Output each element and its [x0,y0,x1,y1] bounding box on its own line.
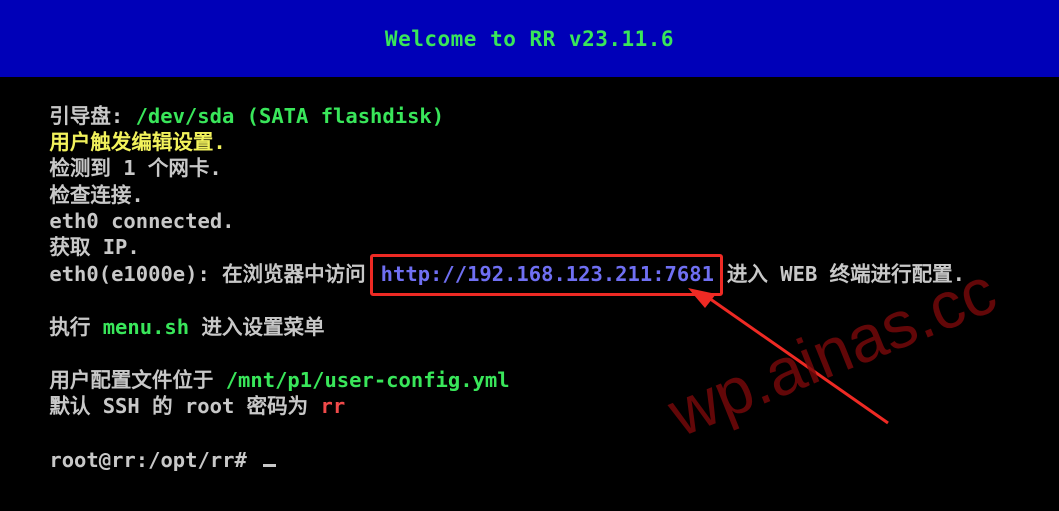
web-access-line: eth0(e1000e): 在浏览器中访问 http://192.168.123.… [0,235,965,296]
shell-prompt-line[interactable]: root@rr:/opt/rr# [0,421,277,472]
menu-command: menu.sh [102,315,190,339]
web-terminal-url[interactable]: http://192.168.123.211:7681 [381,262,714,286]
user-edit-line: 用户触发编辑设置. [0,103,225,154]
check-connection-line: 检查连接. [0,156,143,207]
menu-line: 执行 menu.sh 进入设置菜单 [0,288,324,339]
get-ip-line: 获取 IP. [0,208,139,259]
url-highlight-box: http://192.168.123.211:7681 [369,254,723,296]
title-bar: Welcome to RR v23.11.6 [0,0,1059,77]
text-cursor [263,464,277,467]
shell-prompt: root@rr:/opt/rr# [49,448,260,472]
nic-detect-line: 检测到 1 个网卡. [0,129,221,180]
ssh-password-prefix: 默认 SSH 的 root 密码为 [49,394,321,418]
menu-suffix: 进入设置菜单 [189,315,325,339]
ssh-password-value: rr [320,394,346,418]
user-config-line: 用户配置文件位于 /mnt/p1/user-config.yml [0,341,509,392]
welcome-title: Welcome to RR v23.11.6 [384,26,675,51]
ssh-password-line: 默认 SSH 的 root 密码为 rr [0,367,345,418]
boot-disk-line: 引导盘: /dev/sda (SATA flashdisk) [0,77,444,128]
eth0-connected-line: eth0 connected. [0,182,234,233]
web-access-prefix: eth0(e1000e): 在浏览器中访问 [49,262,366,286]
menu-prefix: 执行 [49,315,103,339]
